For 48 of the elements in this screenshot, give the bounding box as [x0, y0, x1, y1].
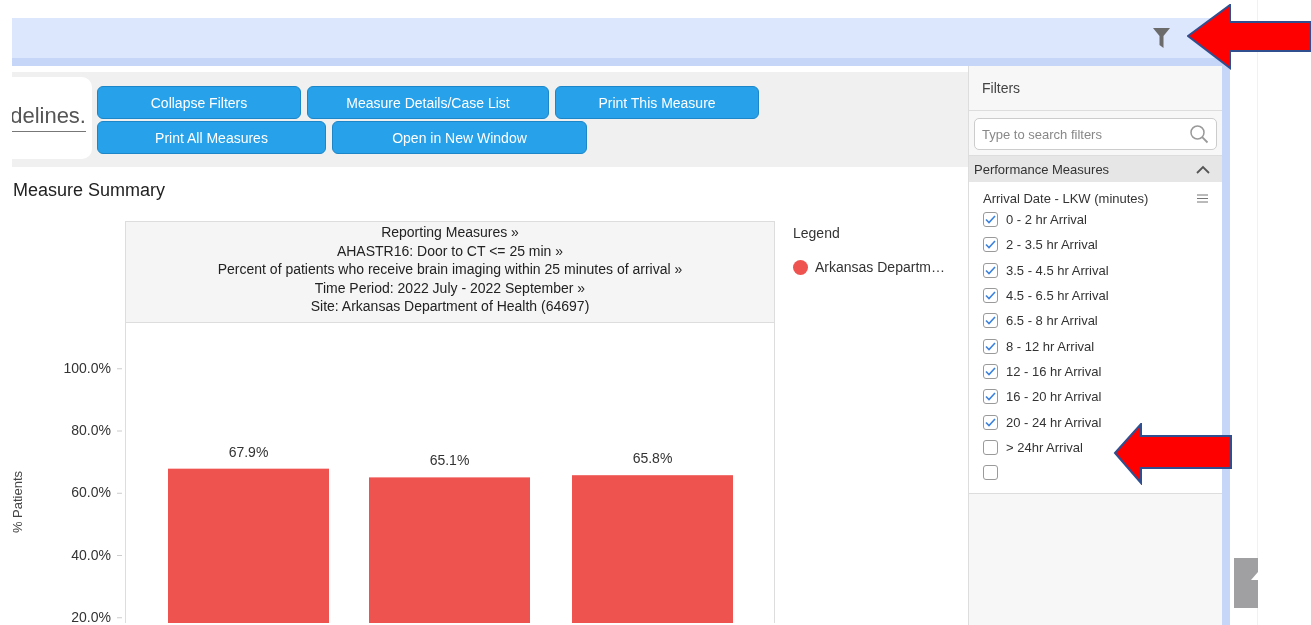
checkbox[interactable]	[983, 389, 998, 405]
checkbox[interactable]	[983, 237, 998, 253]
scroll-top-button[interactable]	[1234, 558, 1258, 608]
y-axis-label: 20.0%	[71, 608, 111, 623]
checkbox-label[interactable]: 8 - 12 hr Arrival	[1006, 338, 1095, 354]
chart-header-link[interactable]: Percent of patients who receive brain imaging within 25 minutes of arrival »	[217, 260, 683, 279]
chart-header-link[interactable]: Reporting Measures »	[381, 223, 519, 242]
arrow-up-icon	[1251, 572, 1258, 580]
filter-icon[interactable]	[1153, 28, 1170, 48]
y-axis-label: 40.0%	[71, 546, 111, 563]
chart-header-link[interactable]: Site: Arkansas Department of Health (64697)	[310, 297, 590, 316]
checkbox[interactable]	[983, 313, 998, 329]
checkbox-label[interactable]: 16 - 20 hr Arrival	[1006, 389, 1102, 405]
legend-label[interactable]: Arkansas Departm…	[815, 259, 945, 275]
section-header[interactable]: Performance Measures	[969, 155, 1222, 182]
checkbox[interactable]	[983, 338, 998, 354]
y-axis-label: 80.0%	[71, 422, 111, 438]
bar-value-label: 67.9%	[228, 443, 269, 460]
checkbox[interactable]	[983, 465, 998, 481]
menu-icon[interactable]	[1197, 193, 1208, 203]
checkbox-label[interactable]: 6.5 - 8 hr Arrival	[1006, 313, 1098, 329]
search-icon	[1189, 124, 1209, 144]
logo-text: delines.	[12, 104, 86, 132]
bar-value-label: 65.8%	[632, 450, 673, 467]
checkbox[interactable]	[983, 439, 998, 455]
checkbox-label[interactable]: 3.5 - 4.5 hr Arrival	[1006, 262, 1109, 278]
checkbox[interactable]	[983, 363, 998, 379]
y-axis-title: % Patients	[12, 470, 25, 534]
y-axis-label: 100.0%	[63, 359, 111, 376]
checkbox[interactable]	[983, 262, 998, 278]
section-heading: Measure Summary	[13, 179, 167, 201]
checkbox-label[interactable]: 0 - 2 hr Arrival	[1006, 212, 1087, 228]
filter-group-title: Arrival Date - LKW (minutes)	[983, 190, 1149, 206]
legend-title: Legend	[793, 224, 841, 242]
checkbox[interactable]	[983, 212, 998, 228]
checkbox[interactable]	[983, 288, 998, 304]
checkbox-label[interactable]: 2 - 3.5 hr Arrival	[1006, 237, 1098, 253]
y-axis-label: 60.0%	[71, 484, 111, 501]
checkbox[interactable]	[983, 414, 998, 430]
checkbox-label[interactable]: 12 - 16 hr Arrival	[1006, 363, 1102, 379]
chart-header-link[interactable]: AHASTR16: Door to CT <= 25 min »	[336, 241, 564, 261]
checkbox-label[interactable]: 4.5 - 6.5 hr Arrival	[1006, 288, 1109, 304]
checkbox-label[interactable]: > 24hr Arrival	[1006, 439, 1083, 455]
checkbox-label[interactable]: 20 - 24 hr Arrival	[1006, 414, 1102, 430]
filters-title: Filters	[969, 66, 1222, 111]
bar-value-label: 65.1%	[429, 452, 470, 469]
search-field[interactable]: Type to search filters	[974, 118, 1217, 150]
chart-header-link[interactable]: Time Period: 2022 July - 2022 September »	[314, 278, 586, 298]
